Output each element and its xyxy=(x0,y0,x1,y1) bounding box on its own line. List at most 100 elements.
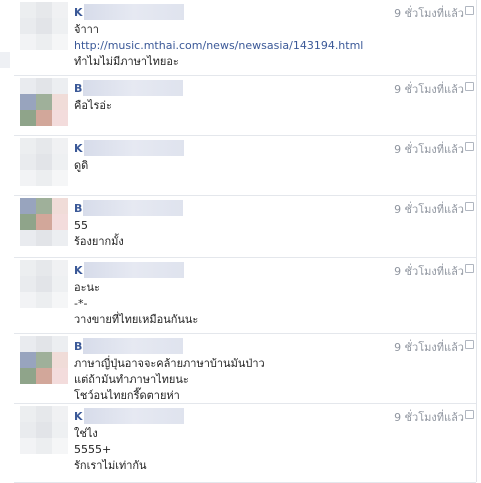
timestamp[interactable]: 9 ชั่วโมงที่แล้ว xyxy=(394,140,464,158)
author-initial[interactable]: K xyxy=(74,410,83,423)
author-name-redacted xyxy=(83,140,184,156)
comment-body: ดูดิ xyxy=(74,158,88,174)
report-icon[interactable] xyxy=(465,82,474,91)
author-initial[interactable]: K xyxy=(74,6,83,19)
author-initial[interactable]: K xyxy=(74,142,83,155)
avatar[interactable] xyxy=(20,336,68,384)
avatar-pixel xyxy=(36,260,52,276)
timestamp[interactable]: 9 ชั่วโมงที่แล้ว xyxy=(394,80,464,98)
avatar-pixel xyxy=(20,406,36,422)
author-name[interactable]: B xyxy=(74,80,184,96)
timestamp[interactable]: 9 ชั่วโมงที่แล้ว xyxy=(394,200,464,218)
report-icon[interactable] xyxy=(465,410,474,419)
left-margin xyxy=(0,0,14,482)
avatar[interactable] xyxy=(20,78,68,126)
avatar-pixel xyxy=(52,34,68,50)
avatar-pixel xyxy=(20,154,36,170)
author-name[interactable]: K xyxy=(74,4,184,20)
report-icon[interactable] xyxy=(465,6,474,15)
avatar-pixel xyxy=(20,170,36,186)
avatar[interactable] xyxy=(20,2,68,50)
comment-body: 55 ร้องยากมั้ง xyxy=(74,218,124,250)
avatar-pixel xyxy=(36,2,52,18)
author-initial[interactable]: B xyxy=(74,202,82,215)
avatar-pixel xyxy=(52,18,68,34)
avatar-pixel xyxy=(36,292,52,308)
avatar-pixel xyxy=(36,352,52,368)
avatar-pixel xyxy=(52,230,68,246)
avatar[interactable] xyxy=(20,260,68,308)
left-margin-tab xyxy=(0,52,10,68)
avatar-pixel xyxy=(20,230,36,246)
avatar-pixel xyxy=(52,138,68,154)
avatar-pixel xyxy=(20,214,36,230)
comment-line: ดูดิ xyxy=(74,159,89,172)
avatar-pixel xyxy=(36,78,52,94)
avatar-pixel xyxy=(36,230,52,246)
comment-line: 5555+ xyxy=(74,443,112,456)
report-icon[interactable] xyxy=(465,340,474,349)
avatar-pixel xyxy=(20,34,36,50)
report-icon[interactable] xyxy=(465,202,474,211)
avatar-pixel xyxy=(20,18,36,34)
comment-body: อะนะ -*- วางขายที่ไทยเหมือนกันนะ xyxy=(74,280,198,328)
comment-body: คือไรอ่ะ xyxy=(74,98,112,114)
author-name-redacted xyxy=(83,80,184,96)
comment-item: B 9 ชั่วโมงที่แล้วคือไรอ่ะ xyxy=(14,76,476,136)
avatar[interactable] xyxy=(20,138,68,186)
comment-line: อะนะ xyxy=(74,281,100,294)
comment-link[interactable]: http://music.mthai.com/news/newsasia/143… xyxy=(74,38,363,54)
avatar-pixel xyxy=(52,406,68,422)
timestamp[interactable]: 9 ชั่วโมงที่แล้ว xyxy=(394,262,464,280)
comment-body: จ้าาา http://music.mthai.com/news/newsasi… xyxy=(74,22,363,70)
avatar-pixel xyxy=(20,438,36,454)
avatar-pixel xyxy=(20,260,36,276)
comment-item: K 9 ชั่วโมงที่แล้วจ้าาา http://music.mthai… xyxy=(14,0,476,76)
timestamp[interactable]: 9 ชั่วโมงที่แล้ว xyxy=(394,408,464,426)
avatar-pixel xyxy=(52,260,68,276)
comment-item: K 9 ชั่วโมงที่แล้วใช่ไง 5555+ รักเราไม่เท่า… xyxy=(14,404,476,483)
timestamp[interactable]: 9 ชั่วโมงที่แล้ว xyxy=(394,338,464,356)
avatar-pixel xyxy=(36,154,52,170)
comment-line: -*- xyxy=(74,297,88,310)
avatar[interactable] xyxy=(20,198,68,246)
comment-item: K 9 ชั่วโมงที่แล้วดูดิ xyxy=(14,136,476,196)
author-name[interactable]: K xyxy=(74,262,184,278)
comment-line: ร้องยากมั้ง xyxy=(74,235,124,248)
author-initial[interactable]: B xyxy=(74,82,82,95)
author-name[interactable]: B xyxy=(74,338,184,354)
avatar-pixel xyxy=(52,154,68,170)
avatar-pixel xyxy=(52,198,68,214)
avatar-pixel xyxy=(52,94,68,110)
avatar-pixel xyxy=(36,368,52,384)
report-icon[interactable] xyxy=(465,142,474,151)
comment-line: โชว์อนไทยกรี๊ดตายห่า xyxy=(74,389,180,402)
report-icon[interactable] xyxy=(465,264,474,273)
avatar-pixel xyxy=(36,94,52,110)
author-name[interactable]: K xyxy=(74,408,184,424)
comment-body: ภาษาญี่ปุ่นอาจจะคล้ายภาษาบ้านมันป่าว แต่ถ… xyxy=(74,356,265,404)
comment-item: B 9 ชั่วโมงที่แล้วภาษาญี่ปุ่นอาจจะคล้ายภา… xyxy=(14,334,476,404)
comment-line: คือไรอ่ะ xyxy=(74,99,112,112)
author-name-redacted xyxy=(83,200,184,216)
author-name[interactable]: B xyxy=(74,200,184,216)
author-initial[interactable]: B xyxy=(74,340,82,353)
avatar-pixel xyxy=(36,336,52,352)
author-name-redacted xyxy=(83,262,184,278)
avatar[interactable] xyxy=(20,406,68,454)
timestamp[interactable]: 9 ชั่วโมงที่แล้ว xyxy=(394,4,464,22)
author-name-redacted xyxy=(83,408,184,424)
avatar-pixel xyxy=(52,292,68,308)
avatar-pixel xyxy=(36,170,52,186)
avatar-pixel xyxy=(52,214,68,230)
avatar-pixel xyxy=(36,406,52,422)
avatar-pixel xyxy=(20,336,36,352)
author-initial[interactable]: K xyxy=(74,264,83,277)
comment-line: รักเราไม่เท่ากัน xyxy=(74,459,147,472)
avatar-pixel xyxy=(52,276,68,292)
author-name[interactable]: K xyxy=(74,140,184,156)
comment-line: ใช่ไง xyxy=(74,427,98,440)
avatar-pixel xyxy=(20,78,36,94)
comment-line: แต่ถ้ามันทำภาษาไทยนะ xyxy=(74,373,189,386)
author-name-redacted xyxy=(83,4,184,20)
